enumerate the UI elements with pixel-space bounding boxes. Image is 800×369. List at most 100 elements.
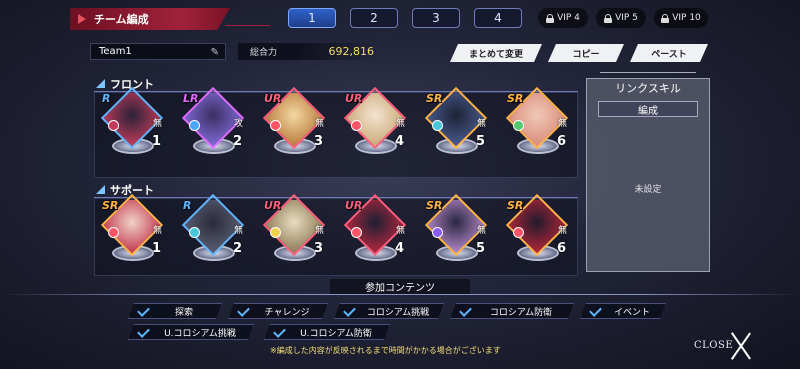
character-card[interactable]: SR 無 6	[505, 86, 569, 164]
rarity-badge: LR	[183, 92, 199, 105]
character-card[interactable]: SR 無 5	[424, 86, 488, 164]
element-icon	[432, 227, 443, 238]
element-icon	[351, 120, 362, 131]
element-icon	[108, 227, 119, 238]
link-skill-title: リンクスキル	[615, 82, 681, 95]
element-icon	[432, 120, 443, 131]
attribute-label: 無	[152, 226, 162, 236]
slot-number: 4	[394, 134, 404, 149]
tab-label: 4	[494, 11, 502, 25]
attribute-label: 無	[314, 119, 324, 129]
link-skill-edit-button[interactable]: 編成	[598, 101, 698, 117]
character-card[interactable]: R 無 1	[100, 86, 164, 164]
element-icon	[351, 227, 362, 238]
checkbox-colosseum-defense[interactable]: コロシアム防衛	[450, 303, 574, 319]
character-card[interactable]: UR 無 4	[343, 86, 407, 164]
checkbox-u-colosseum-attack[interactable]: U.コロシアム挑戦	[128, 324, 254, 340]
slot-number: 3	[313, 241, 323, 256]
element-icon	[513, 120, 524, 131]
team-name-field[interactable]: Team1 ✎	[90, 43, 226, 60]
character-card[interactable]: SR 無 1	[100, 193, 164, 271]
tab-vip4-locked[interactable]: VIP 4	[538, 8, 588, 28]
total-power-label: 総合力	[238, 43, 298, 60]
rarity-badge: SR	[426, 199, 443, 212]
lock-icon	[661, 13, 670, 23]
tab-vip10-locked[interactable]: VIP 10	[654, 8, 708, 28]
checkmark-icon	[589, 305, 601, 317]
checkmark-icon	[137, 326, 149, 338]
vip-label: VIP 5	[615, 13, 638, 23]
checkbox-label: U.コロシアム挑戦	[164, 328, 236, 339]
checkbox-label: チャレンジ	[264, 307, 310, 318]
tab-label: 1	[308, 11, 316, 25]
notice-text: ※編成した内容が反映されるまで時間がかかる場合がございます	[270, 346, 501, 355]
rarity-badge: UR	[345, 92, 363, 105]
paste-button[interactable]: ペースト	[630, 44, 708, 62]
element-icon	[270, 120, 281, 131]
rarity-badge: UR	[264, 92, 282, 105]
tab-vip5-locked[interactable]: VIP 5	[596, 8, 646, 28]
checkbox-colosseum-attack[interactable]: コロシアム挑戦	[334, 303, 444, 319]
attribute-label: 無	[557, 226, 567, 236]
participation-divider	[0, 294, 800, 295]
support-panel	[94, 198, 578, 276]
character-card[interactable]: UR 無 4	[343, 193, 407, 271]
attribute-label: 無	[395, 226, 405, 236]
vip-label: VIP 4	[557, 13, 580, 23]
character-card[interactable]: R 無 2	[181, 193, 245, 271]
character-card[interactable]: UR 無 3	[262, 86, 326, 164]
element-icon	[189, 227, 200, 238]
attribute-label: 無	[395, 119, 405, 129]
tab-label: 3	[432, 11, 440, 25]
checkmark-icon	[459, 305, 471, 317]
checkbox-u-colosseum-defense[interactable]: U.コロシアム防衛	[264, 324, 390, 340]
slot-number: 6	[556, 134, 566, 149]
vip-label: VIP 10	[672, 13, 701, 23]
checkbox-label: コロシアム防衛	[489, 307, 553, 318]
tab-team-4[interactable]: 4	[474, 8, 522, 28]
character-card[interactable]: UR 無 3	[262, 193, 326, 271]
attribute-label: 無	[476, 119, 486, 129]
rarity-badge: UR	[345, 199, 363, 212]
front-section-header: フロント	[94, 76, 578, 92]
slot-number: 6	[556, 241, 566, 256]
checkmark-icon	[237, 305, 249, 317]
attribute-label: 無	[314, 226, 324, 236]
checkmark-icon	[137, 305, 149, 317]
checkbox-event[interactable]: イベント	[580, 303, 666, 319]
checkmark-icon	[343, 305, 355, 317]
participation-title: 参加コンテンツ	[330, 279, 470, 294]
slot-number: 5	[475, 134, 485, 149]
checkbox-challenge[interactable]: チャレンジ	[228, 303, 328, 319]
checkbox-label: イベント	[613, 307, 650, 318]
link-skill-status: 未設定	[634, 185, 662, 195]
element-icon	[189, 120, 200, 131]
checkmark-icon	[273, 326, 285, 338]
bulk-change-button[interactable]: まとめて変更	[450, 44, 542, 62]
tab-label: 2	[370, 11, 378, 25]
attribute-label: 無	[476, 226, 486, 236]
element-icon	[513, 227, 524, 238]
support-section-header: サポート	[94, 182, 578, 198]
screen-title: チーム編成	[70, 8, 230, 30]
edit-pencil-icon[interactable]: ✎	[211, 47, 219, 58]
checkbox-explore[interactable]: 探索	[128, 303, 222, 319]
tab-team-1[interactable]: 1	[288, 8, 336, 28]
rarity-badge: SR	[507, 92, 524, 105]
attribute-label: 無	[152, 119, 162, 129]
tab-team-3[interactable]: 3	[412, 8, 460, 28]
slot-number: 2	[232, 134, 242, 149]
close-x-icon[interactable]	[726, 330, 756, 360]
character-card[interactable]: LR 攻 2	[181, 86, 245, 164]
front-panel	[94, 92, 578, 178]
tab-team-2[interactable]: 2	[350, 8, 398, 28]
character-card[interactable]: SR 無 5	[424, 193, 488, 271]
total-power-value: 692,816	[298, 43, 378, 60]
slot-number: 4	[394, 241, 404, 256]
checkbox-label: U.コロシアム防衛	[300, 328, 372, 339]
lock-icon	[546, 13, 555, 23]
character-card[interactable]: SR 無 6	[505, 193, 569, 271]
copy-button[interactable]: コピー	[548, 44, 624, 62]
rarity-badge: SR	[507, 199, 524, 212]
rarity-badge: SR	[102, 199, 119, 212]
